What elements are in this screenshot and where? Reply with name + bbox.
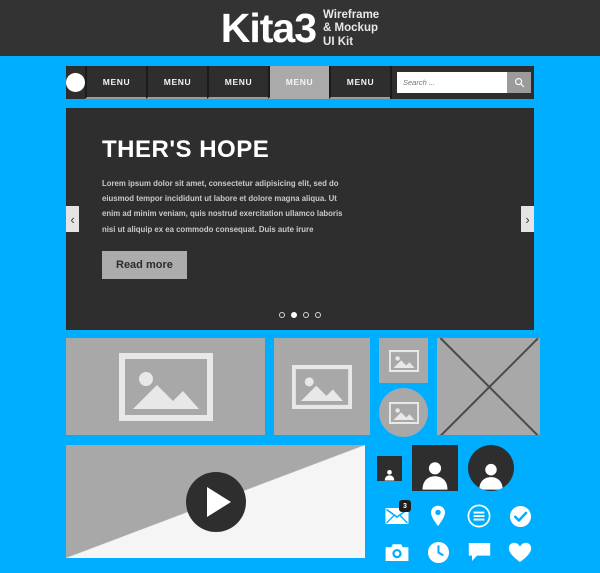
avatar-large-square[interactable] [412,445,458,491]
brand-title: Kita3 [220,4,317,51]
image-placeholder-circle[interactable] [379,388,428,437]
icon-grid: 3 [377,499,540,565]
clock-icon-cell[interactable] [424,539,452,565]
brand-subtitle-line-3: UI Kit [323,35,354,48]
navbar-container: MENU MENU MENU MENU MENU [0,56,600,99]
search-button[interactable] [507,72,531,93]
image-placeholder-row [0,330,600,437]
image-icon [292,364,352,409]
read-more-button[interactable]: Read more [102,250,187,279]
envelope-icon-cell[interactable]: 3 [383,500,411,529]
hero-pagination-dots [66,312,534,318]
avatar-small-square[interactable] [377,455,402,481]
nav-menu-item-2[interactable]: MENU [146,66,207,99]
person-icon [384,469,395,480]
search-icon [514,78,524,88]
check-circle-icon-cell[interactable] [506,503,534,529]
image-icon [388,401,419,424]
bottom-section: 3 [0,437,600,565]
nav-menu-item-4-active[interactable]: MENU [268,66,329,99]
image-icon [118,352,213,421]
hero-container: THER'S HOPE Lorem ipsum dolor sit amet, … [0,99,600,330]
video-player[interactable] [66,445,365,558]
nav-menu-item-1[interactable]: MENU [85,66,146,99]
check-circle-icon [509,505,531,527]
person-icon [479,463,503,490]
person-icon [422,462,448,490]
clock-icon [427,541,449,563]
search-box [397,72,531,93]
chat-bubble-icon-cell[interactable] [465,539,493,565]
navbar: MENU MENU MENU MENU MENU [66,66,534,99]
image-placeholder-medium[interactable] [274,338,370,435]
hero-paragraph: Lorem ipsum dolor sit amet, consectetur … [102,179,343,234]
image-placeholder-stack [379,338,428,437]
hero-dot-1[interactable] [279,312,285,318]
hero-title: THER'S HOPE [102,136,270,163]
brand-subtitle: Wireframe & Mockup UI Kit [323,7,379,50]
location-pin-icon-cell[interactable] [424,503,452,529]
image-placeholder-crossed[interactable] [437,338,540,435]
location-pin-icon [431,505,445,526]
chat-bubble-icon [468,543,490,561]
avatar-row [377,445,540,491]
heart-icon [508,542,532,562]
hero-dot-4[interactable] [315,312,321,318]
image-placeholder-small[interactable] [379,338,428,383]
image-icon [388,349,419,372]
image-placeholder-large[interactable] [66,338,265,435]
nav-menu-item-5[interactable]: MENU [329,66,390,99]
circle-logo-icon [66,73,85,92]
nav-menu-item-3[interactable]: MENU [207,66,268,99]
navbar-search-area [392,66,538,99]
menu-circle-icon-cell[interactable] [465,503,493,529]
menu-circle-icon [467,504,491,528]
widgets-column: 3 [377,445,540,565]
brand-subtitle-line-2: & Mockup [323,22,378,35]
hero-next-arrow[interactable]: › [521,206,534,232]
app-header: Kita3 Wireframe & Mockup UI Kit [0,0,600,56]
search-input[interactable] [397,72,507,93]
envelope-badge: 3 [399,500,411,512]
play-button[interactable] [185,471,246,532]
hero-prev-arrow[interactable]: ‹ [66,206,79,232]
hero-slider: THER'S HOPE Lorem ipsum dolor sit amet, … [66,108,534,330]
hero-dot-2-active[interactable] [291,312,297,318]
camera-icon [385,543,409,561]
play-icon [206,486,231,517]
page-body: MENU MENU MENU MENU MENU Search ... THER… [0,56,600,565]
hero-dot-3[interactable] [303,312,309,318]
avatar-circle[interactable] [468,445,514,491]
camera-icon-cell[interactable] [383,539,411,565]
brand-block: Kita3 Wireframe & Mockup UI Kit [221,7,379,50]
navbar-logo[interactable] [66,66,85,99]
brand-subtitle-line-1: Wireframe [323,8,380,21]
heart-icon-cell[interactable] [506,539,534,565]
